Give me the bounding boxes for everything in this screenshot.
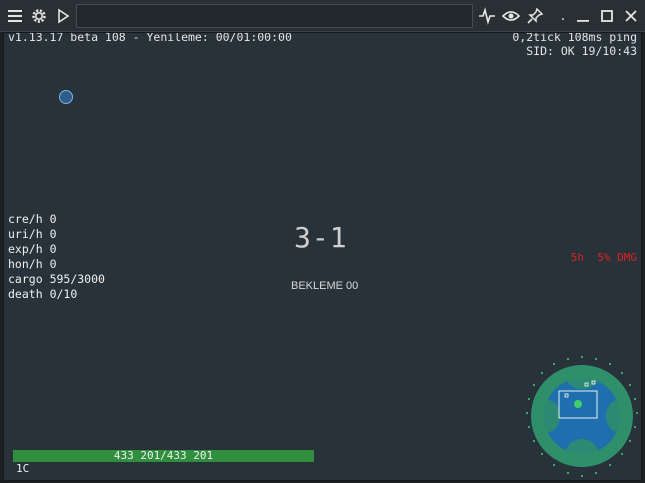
hp-bar: 433 201/433 201 (13, 450, 314, 462)
gear-icon[interactable] (27, 4, 51, 28)
stat-row: cre/h 0 (8, 212, 57, 226)
stat-row: uri/h 0 (8, 227, 57, 241)
minimize-icon[interactable] (571, 4, 595, 28)
stat-row: cargo 595/3000 (8, 272, 105, 286)
dot-button[interactable]: . (553, 4, 573, 28)
stat-row: hon/h 0 (8, 257, 57, 271)
pin-icon[interactable] (523, 4, 547, 28)
play-icon[interactable] (51, 4, 75, 28)
waiting-label: BEKLEME 00 (291, 280, 359, 292)
menu-icon[interactable] (3, 4, 27, 28)
activity-icon[interactable] (475, 4, 499, 28)
window-titlebar: . (0, 0, 645, 32)
minimap-player-marker (574, 400, 582, 408)
sid-line: SID: OK 19/10:43 (526, 44, 637, 58)
wave-counter: 3-1 (294, 221, 348, 254)
eye-icon[interactable] (499, 4, 523, 28)
maximize-icon[interactable] (595, 4, 619, 28)
version-line: v1.13.17 beta 108 - Yenileme: 00/01:00:0… (8, 32, 292, 44)
ping-line: 0,2tick 108ms ping (512, 32, 637, 44)
game-viewport[interactable]: v1.13.17 beta 108 - Yenileme: 00/01:00:0… (3, 32, 642, 481)
damage-indicator: 5h 5% DMG (570, 251, 637, 264)
stats-panel: cre/h 0 uri/h 0 exp/h 0 hon/h 0 cargo 59… (8, 212, 105, 302)
address-field[interactable] (76, 4, 473, 28)
stat-row: exp/h 0 (8, 242, 57, 256)
minimap[interactable] (526, 355, 638, 480)
ammo-label: 1C (16, 462, 30, 475)
close-icon[interactable] (619, 4, 643, 28)
stat-row: death 0/10 (8, 287, 78, 301)
hp-text: 433 201/433 201 (113, 449, 214, 462)
player-ship[interactable] (59, 90, 73, 104)
